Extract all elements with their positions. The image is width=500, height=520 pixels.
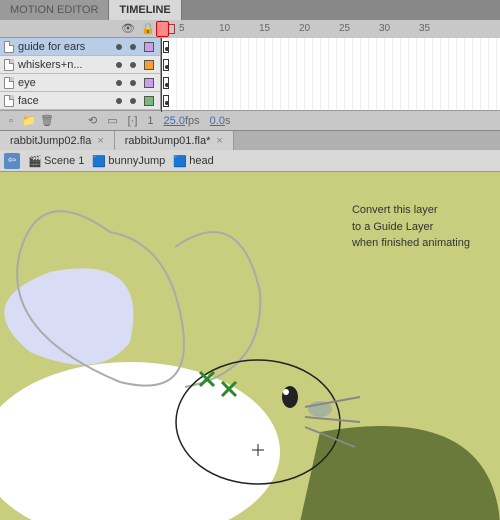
- ruler-tick: 20: [299, 23, 339, 34]
- current-frame: 1: [147, 115, 153, 127]
- layer-row[interactable]: eye: [0, 74, 500, 92]
- layer-name[interactable]: eye: [18, 77, 36, 89]
- panel-tabs: MOTION EDITOR TIMELINE: [0, 0, 500, 20]
- layer-name[interactable]: guide for ears: [18, 41, 85, 53]
- keyframe[interactable]: [163, 77, 169, 89]
- tab-timeline[interactable]: TIMELINE: [109, 0, 181, 20]
- keyframe[interactable]: [163, 59, 169, 71]
- breadcrumb: ⇦ 🎬Scene 1 🟦bunnyJump 🟦head: [0, 150, 500, 172]
- outline-color[interactable]: [144, 96, 154, 106]
- outline-color[interactable]: [144, 42, 154, 52]
- lock-icon[interactable]: 🔒: [142, 23, 154, 35]
- keyframe[interactable]: [163, 95, 169, 107]
- outline-color[interactable]: [144, 78, 154, 88]
- back-button[interactable]: ⇦: [4, 153, 20, 169]
- ruler-tick: 5: [179, 23, 219, 34]
- time-unit: s: [225, 115, 231, 127]
- tab-motion-editor[interactable]: MOTION EDITOR: [0, 0, 109, 20]
- layer-type-icon: [4, 59, 14, 71]
- visibility-dot[interactable]: [116, 98, 122, 104]
- ruler-tick: 30: [379, 23, 419, 34]
- lock-dot[interactable]: [130, 98, 136, 104]
- annotation-text: Convert this layer to a Guide Layer when…: [352, 202, 470, 252]
- lock-dot[interactable]: [130, 80, 136, 86]
- close-icon[interactable]: ×: [97, 135, 103, 147]
- ruler-tick: 10: [219, 23, 259, 34]
- layer-type-icon: [4, 77, 14, 89]
- new-folder-button[interactable]: 📁: [22, 114, 36, 128]
- keyframe[interactable]: [163, 41, 169, 53]
- stage[interactable]: Convert this layer to a Guide Layer when…: [0, 172, 500, 520]
- breadcrumb-symbol[interactable]: 🟦bunnyJump: [92, 155, 165, 167]
- layer-row[interactable]: guide for ears: [0, 38, 500, 56]
- layer-name[interactable]: face: [18, 95, 39, 107]
- fps-unit: fps: [185, 115, 200, 127]
- ruler-tick: 25: [339, 23, 379, 34]
- playhead[interactable]: [161, 38, 162, 112]
- edit-frames-icon[interactable]: [·]: [128, 115, 138, 127]
- visibility-dot[interactable]: [116, 44, 122, 50]
- layer-type-icon: [4, 95, 14, 107]
- ruler-tick: 15: [259, 23, 299, 34]
- breadcrumb-scene[interactable]: 🎬Scene 1: [28, 155, 84, 167]
- frames-track[interactable]: [160, 38, 500, 56]
- layer-type-icon: [4, 41, 14, 53]
- delete-layer-button[interactable]: 🗑: [40, 114, 54, 128]
- frames-track[interactable]: [160, 92, 500, 110]
- onion-outline-icon[interactable]: ▭: [107, 114, 117, 127]
- breadcrumb-symbol[interactable]: 🟦head: [173, 155, 213, 167]
- lock-dot[interactable]: [130, 44, 136, 50]
- onion-skin-icon[interactable]: ⟲: [88, 114, 97, 127]
- new-layer-button[interactable]: ▫: [4, 114, 18, 128]
- outline-color[interactable]: [144, 60, 154, 70]
- document-tabs: rabbitJump02.fla× rabbitJump01.fla*×: [0, 130, 500, 150]
- layer-name[interactable]: whiskers+n...: [18, 59, 83, 71]
- layer-row[interactable]: whiskers+n...: [0, 56, 500, 74]
- close-icon[interactable]: ×: [216, 135, 222, 147]
- fps-value[interactable]: 25.0: [164, 115, 185, 127]
- layer-row[interactable]: face: [0, 92, 500, 110]
- visibility-dot[interactable]: [116, 62, 122, 68]
- frames-track[interactable]: [160, 56, 500, 74]
- eye-icon[interactable]: 👁: [122, 23, 134, 35]
- document-tab[interactable]: rabbitJump01.fla*×: [115, 131, 234, 150]
- lock-dot[interactable]: [130, 62, 136, 68]
- frames-track[interactable]: [160, 74, 500, 92]
- document-tab[interactable]: rabbitJump02.fla×: [0, 131, 115, 150]
- time-value[interactable]: 0.0: [210, 115, 225, 127]
- visibility-dot[interactable]: [116, 80, 122, 86]
- ruler-tick: 35: [419, 23, 459, 34]
